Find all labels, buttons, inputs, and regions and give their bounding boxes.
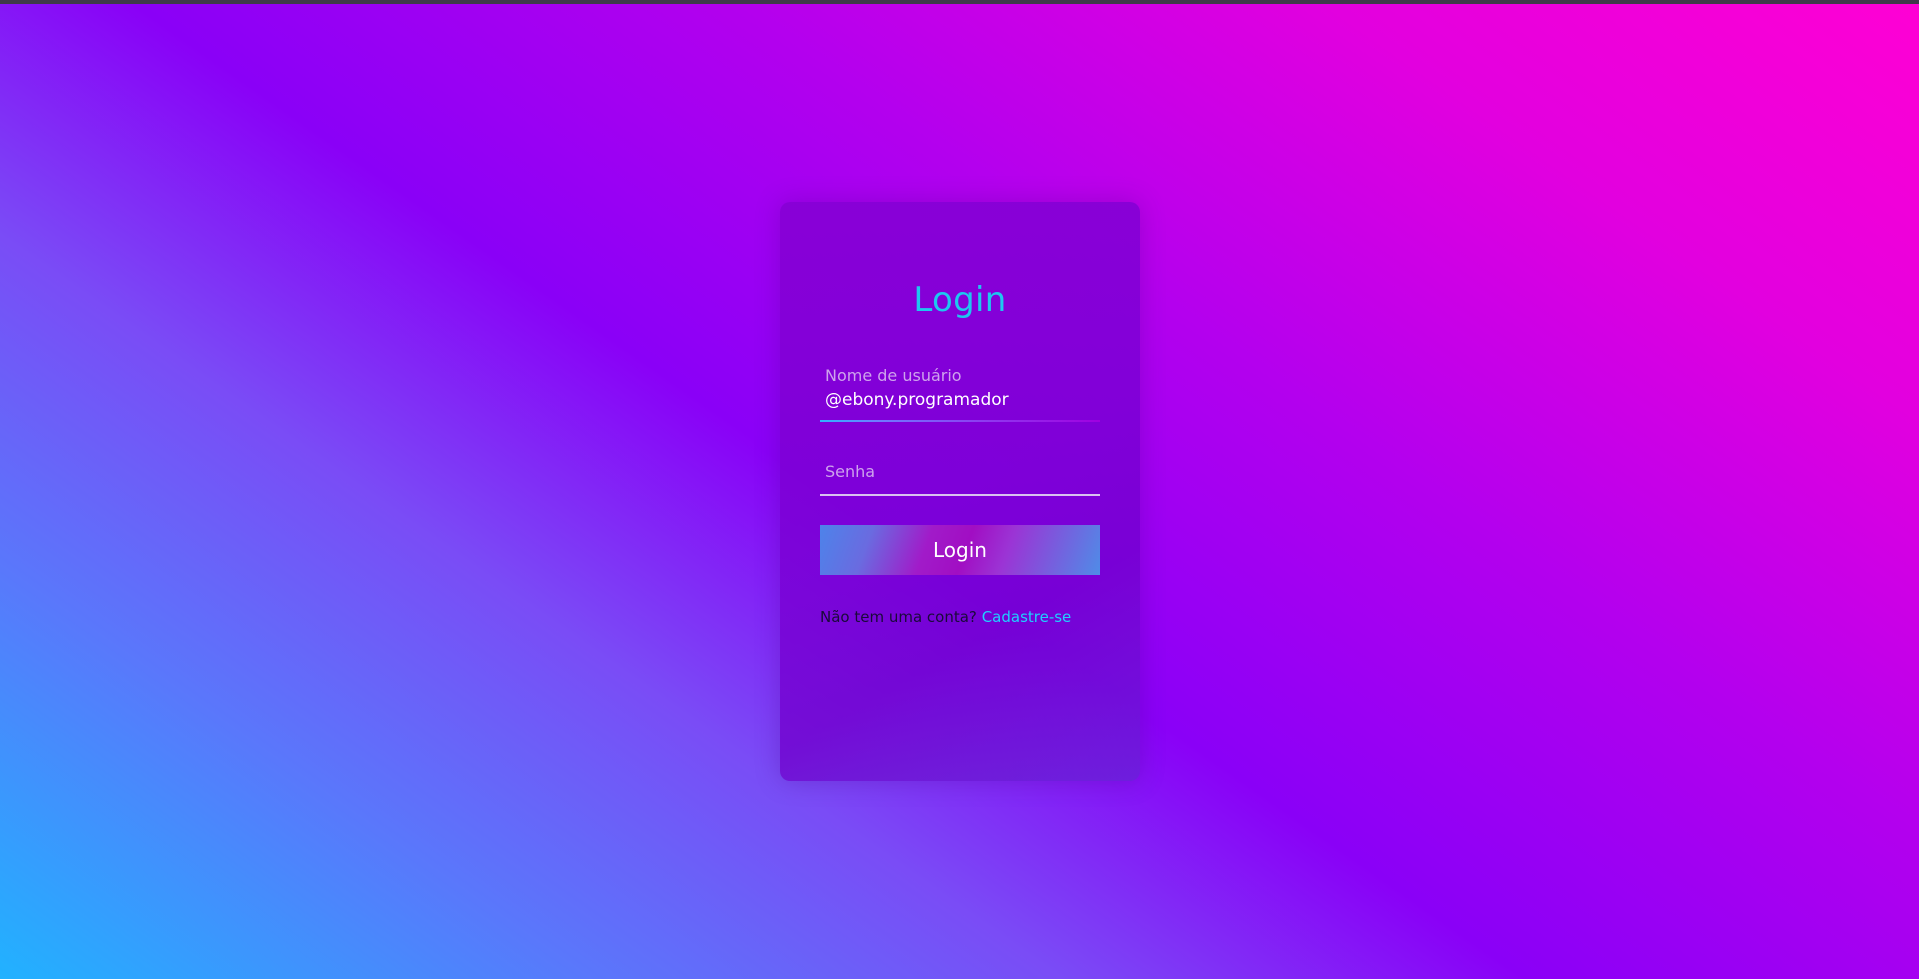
login-card: Login Nome de usuário Login Não tem uma …: [780, 202, 1140, 781]
window-top-bar: [0, 0, 1919, 4]
signup-prompt: Não tem uma conta? Cadastre-se: [820, 608, 1120, 626]
username-label: Nome de usuário: [825, 366, 962, 385]
login-button[interactable]: Login: [820, 525, 1100, 575]
password-input[interactable]: [825, 462, 1095, 481]
no-account-text: Não tem uma conta?: [820, 608, 977, 626]
login-title: Login: [913, 280, 1007, 320]
username-field[interactable]: Nome de usuário: [820, 362, 1100, 424]
username-input[interactable]: [825, 390, 1095, 410]
password-field[interactable]: [820, 442, 1100, 496]
signup-link[interactable]: Cadastre-se: [982, 608, 1072, 626]
username-underline: [820, 420, 1100, 422]
password-underline: [820, 494, 1100, 496]
